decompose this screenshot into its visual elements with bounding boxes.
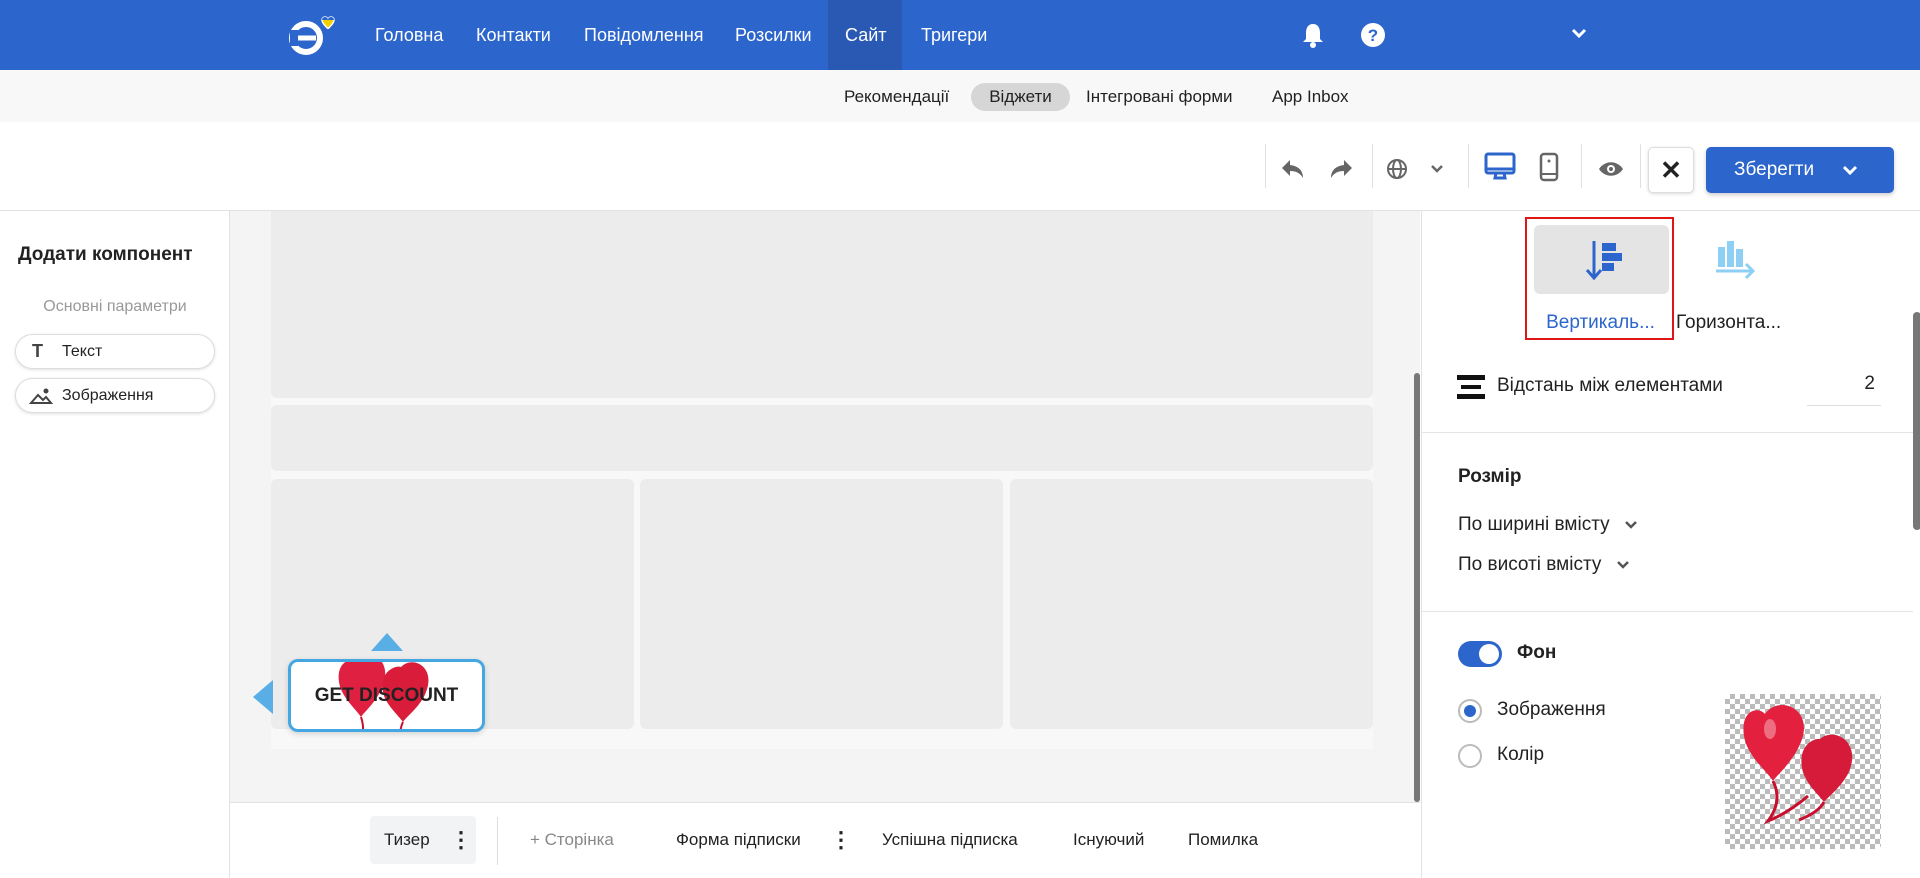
more-icon[interactable]: ⋮ [450, 825, 472, 855]
chevron-down-icon[interactable] [1842, 165, 1858, 177]
tab-recommendations[interactable]: Рекомендації [844, 83, 949, 111]
nav-contacts[interactable]: Контакти [476, 0, 551, 70]
height-select[interactable]: По висоті вмісту [1458, 554, 1630, 576]
nav-messages[interactable]: Повідомлення [584, 0, 704, 70]
svg-text:?: ? [1368, 26, 1378, 45]
divider [497, 817, 498, 865]
teaser-text[interactable]: GET DISCOUNT [291, 662, 482, 729]
layout-vertical-option[interactable] [1534, 225, 1669, 294]
sidebar-title: Додати компонент [18, 244, 193, 265]
chevron-down-icon [1616, 561, 1629, 569]
canvas-scrollbar[interactable] [1414, 373, 1420, 802]
page-tabs-bar: Тизер ⋮ + Сторінка Форма підписки ⋮ Успі… [230, 802, 1420, 878]
add-image-component[interactable]: Зображення [15, 378, 215, 413]
divider [1422, 611, 1913, 612]
bell-icon[interactable] [1302, 22, 1324, 48]
tab-teaser[interactable]: Тизер ⋮ [370, 816, 476, 864]
width-select[interactable]: По ширині вмісту [1458, 514, 1638, 536]
section-label: Основні параметри [43, 298, 187, 315]
tab-integrated-forms[interactable]: Інтегровані форми [1086, 83, 1233, 111]
component-sidebar: Додати компонент Основні параметри T Тек… [0, 211, 230, 878]
text-icon: T [32, 341, 43, 361]
undo-icon[interactable] [1280, 158, 1306, 180]
horizontal-layout-icon[interactable] [1714, 239, 1758, 283]
tab-error[interactable]: Помилка [1188, 825, 1258, 855]
spacing-label: Відстань між елементами [1497, 375, 1723, 396]
redo-icon[interactable] [1328, 158, 1354, 180]
tab-app-inbox[interactable]: App Inbox [1272, 83, 1349, 111]
component-label: Текст [62, 343, 103, 360]
background-label: Фон [1517, 642, 1557, 663]
tab-subscription-form[interactable]: Форма підписки [676, 825, 801, 855]
divider [1581, 144, 1582, 188]
eye-icon[interactable] [1598, 160, 1624, 178]
top-navigation: Головна Контакти Повідомлення Розсилки С… [0, 0, 1920, 70]
more-icon[interactable]: ⋮ [830, 825, 852, 855]
divider [1372, 144, 1373, 188]
tab-widgets[interactable]: Віджети [971, 83, 1070, 111]
save-button[interactable]: Зберегти [1706, 147, 1894, 193]
help-icon[interactable]: ? [1360, 22, 1386, 48]
background-toggle[interactable] [1458, 641, 1502, 667]
chevron-down-icon[interactable] [1571, 28, 1587, 40]
globe-icon[interactable] [1386, 158, 1408, 180]
chevron-down-icon[interactable] [1430, 164, 1444, 174]
add-page-button[interactable]: + Сторінка [530, 825, 614, 855]
vertical-layout-icon [1585, 241, 1622, 281]
save-label: Зберегти [1734, 159, 1815, 180]
image-icon [29, 388, 53, 404]
nav-triggers[interactable]: Тригери [921, 0, 987, 70]
nav-home[interactable]: Головна [375, 0, 443, 70]
height-value: По висоті вмісту [1458, 554, 1602, 575]
balloons-image [1743, 705, 1853, 825]
desktop-icon[interactable] [1484, 152, 1516, 182]
teaser-widget[interactable]: GET DISCOUNT [288, 659, 485, 732]
background-image-preview[interactable] [1725, 694, 1881, 849]
resize-left-handle[interactable] [253, 680, 273, 714]
layout-vertical-label[interactable]: Вертикаль... [1527, 312, 1674, 334]
divider [1468, 144, 1469, 188]
nav-campaigns[interactable]: Розсилки [735, 0, 812, 70]
panel-scrollbar[interactable] [1913, 312, 1920, 530]
layout-horizontal-label[interactable]: Горизонта... [1676, 312, 1781, 334]
placeholder-block[interactable] [271, 405, 1373, 471]
placeholder-block[interactable] [271, 211, 1373, 398]
placeholder-block[interactable] [1010, 479, 1373, 729]
resize-up-handle[interactable] [371, 633, 403, 651]
spacing-input[interactable]: 2 [1807, 373, 1881, 406]
divider [1422, 432, 1913, 433]
radio-image-label[interactable]: Зображення [1497, 699, 1606, 721]
radio-color-label[interactable]: Колір [1497, 744, 1544, 766]
add-text-component[interactable]: T Текст [15, 334, 215, 369]
component-label: Зображення [62, 387, 154, 404]
size-title: Розмір [1458, 466, 1522, 487]
divider [1265, 144, 1266, 188]
mobile-icon[interactable] [1538, 152, 1560, 182]
chevron-down-icon [1625, 521, 1637, 529]
sub-navigation: Рекомендації Віджети Інтегровані форми A… [0, 70, 1920, 122]
editor-toolbar: ✕ Зберегти [0, 122, 1920, 211]
placeholder-block[interactable] [640, 479, 1003, 729]
tab-success[interactable]: Успішна підписка [882, 825, 1018, 855]
tab-existing[interactable]: Існуючий [1073, 825, 1144, 855]
spacing-icon [1457, 375, 1485, 399]
width-value: По ширині вмісту [1458, 514, 1610, 535]
radio-color[interactable] [1458, 744, 1482, 768]
divider [1640, 144, 1641, 188]
tab-label: Тизер [384, 830, 430, 849]
nav-site[interactable]: Сайт [845, 0, 887, 70]
logo[interactable] [288, 12, 336, 60]
close-button[interactable]: ✕ [1648, 147, 1694, 193]
close-icon: ✕ [1660, 155, 1682, 185]
properties-panel: Вертикаль... Горизонта... Відстань між е… [1421, 211, 1920, 878]
editor-canvas: GET DISCOUNT [230, 211, 1420, 802]
radio-image[interactable] [1458, 699, 1482, 723]
